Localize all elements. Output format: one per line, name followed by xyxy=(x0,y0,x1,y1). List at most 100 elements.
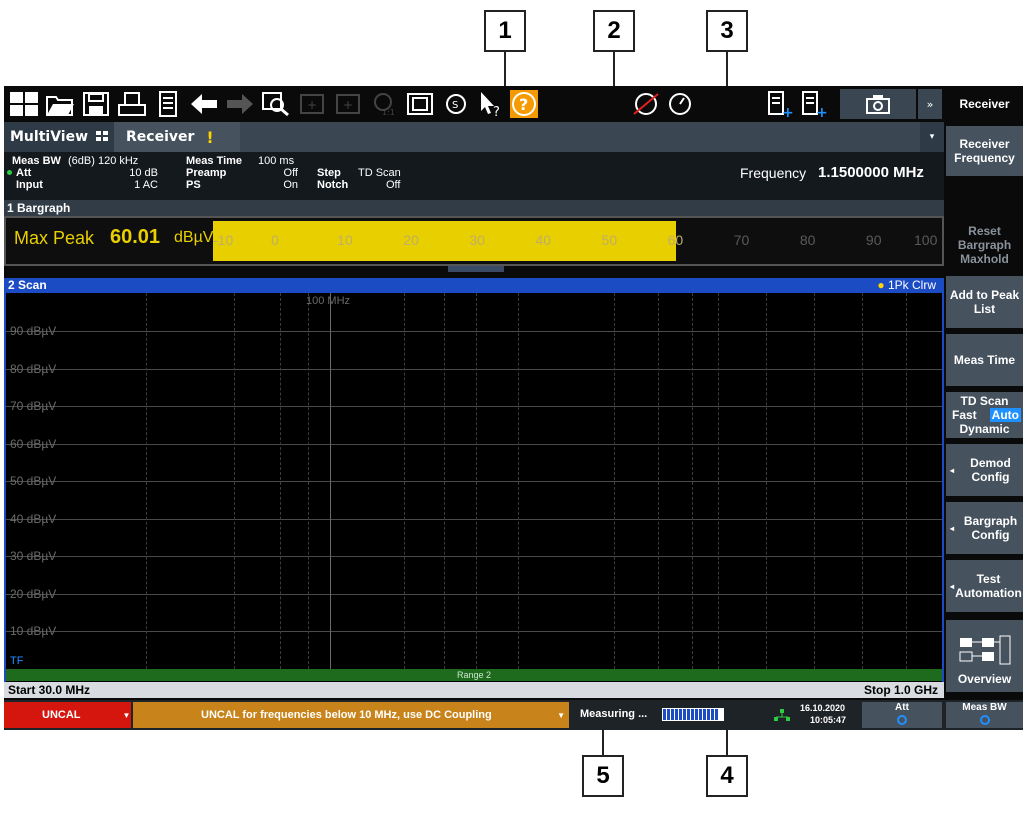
grid-line xyxy=(766,293,767,669)
save-icon[interactable] xyxy=(80,89,112,119)
progress-segment xyxy=(675,709,678,720)
notch-value: Off xyxy=(386,179,401,191)
bargraph-scale-label: 70 xyxy=(733,232,750,248)
meas-time-button[interactable]: Meas Time xyxy=(946,334,1023,386)
y-axis-label: 50 dBµV xyxy=(10,474,57,488)
progress-segment xyxy=(679,709,682,720)
trace-info: ● 1Pk Clrw xyxy=(877,278,936,293)
y-axis-label: 10 dBµV xyxy=(10,624,57,638)
att-status-dot xyxy=(7,170,12,175)
y-axis-label: 90 dBµV xyxy=(10,324,57,338)
network-icon xyxy=(774,709,790,721)
chevron-down-icon: ▼ xyxy=(557,710,565,720)
splitter-handle[interactable] xyxy=(448,266,504,272)
step-label: Step xyxy=(317,167,341,179)
svg-text:?: ? xyxy=(493,105,500,117)
time-display: 10:05:47 xyxy=(810,715,847,725)
bargraph-scale-label: 90 xyxy=(865,232,882,248)
grid-line xyxy=(280,293,281,669)
frequency-label: Frequency xyxy=(740,165,807,181)
overview-label: Overview xyxy=(957,672,1012,686)
bargraph-scale-label: 0 xyxy=(271,232,279,248)
progress-segment xyxy=(683,709,686,720)
bargraph-value: 60.01 xyxy=(110,226,161,248)
uncal-indicator[interactable]: UNCAL ▼ xyxy=(4,702,131,728)
bargraph-config-button[interactable]: ◂ Bargraph Config xyxy=(946,502,1023,554)
zoom-multi-icon[interactable]: + xyxy=(332,89,364,119)
notch-label: Notch xyxy=(317,179,349,191)
meas-time-label: Meas Time xyxy=(186,155,243,167)
open-folder-icon[interactable] xyxy=(44,89,76,119)
trace-label: 1Pk Clrw xyxy=(887,278,936,292)
bargraph-title: 1 Bargraph xyxy=(4,200,944,216)
att-label: Att xyxy=(16,167,32,179)
td-scan-button[interactable]: TD Scan Fast Auto Dynamic xyxy=(946,392,1023,438)
test-automation-button[interactable]: ◂ Test Automation xyxy=(946,560,1023,612)
refresh-icon[interactable]: S xyxy=(440,89,472,119)
progress-segment xyxy=(667,709,670,720)
tab-bar-filler xyxy=(240,122,920,152)
zoom-1to1-icon[interactable]: 1:1 xyxy=(368,89,400,119)
uncal-label: UNCAL xyxy=(42,709,81,721)
softkey-title: Receiver xyxy=(946,86,1023,122)
bargraph-scale-label: 100 xyxy=(914,232,938,248)
meas-bw-indicator[interactable]: Meas BW xyxy=(946,702,1023,728)
scan-diagram[interactable]: 90 dBµV 80 dBµV 70 dBµV 60 dBµV 50 dBµV 40 dB… xyxy=(4,293,944,691)
overview-button[interactable]: Overview xyxy=(946,620,1023,692)
tab-multiview[interactable]: MultiView xyxy=(4,122,114,152)
tab-receiver[interactable]: Receiver ! xyxy=(114,122,240,152)
bargraph-scale-label: -10 xyxy=(213,232,234,248)
td-dynamic-label: Dynamic xyxy=(959,422,1010,436)
chevron-down-icon[interactable]: ▾ xyxy=(920,122,944,152)
camera-icon[interactable] xyxy=(840,89,916,119)
frequency-marker-label: 100 MHz xyxy=(306,295,351,307)
grid-line xyxy=(476,293,477,669)
help-cursor-icon[interactable]: ? xyxy=(474,89,506,119)
step-value: TD Scan xyxy=(358,167,401,179)
report-icon[interactable] xyxy=(152,89,184,119)
demod-config-button[interactable]: ◂ Demod Config xyxy=(946,444,1023,496)
progress-segment xyxy=(699,709,702,720)
tab-receiver-label: Receiver xyxy=(126,129,195,145)
print-icon[interactable] xyxy=(116,89,148,119)
grid-line xyxy=(906,293,907,669)
ps-label: PS xyxy=(186,179,201,191)
zoom-plus-icon[interactable]: + xyxy=(296,89,328,119)
help-icon[interactable]: ? xyxy=(508,89,540,119)
td-auto-option[interactable]: Auto xyxy=(989,408,1021,422)
frequency-value: 1.1500000 MHz xyxy=(818,164,924,181)
channel-settings[interactable]: Meas BW (6dB) 120 kHz Att 10 dB Input 1 … xyxy=(4,152,944,200)
progress-segment xyxy=(671,709,674,720)
add-window-icon[interactable]: + xyxy=(798,89,830,119)
reset-bargraph-button[interactable]: Reset Bargraph Maxhold xyxy=(946,220,1023,270)
undo-icon[interactable] xyxy=(188,89,220,119)
bargraph-detector: Max Peak xyxy=(14,228,95,248)
redo-icon[interactable] xyxy=(224,89,256,119)
att-indicator[interactable]: Att xyxy=(862,702,942,728)
add-channel-icon[interactable]: + xyxy=(764,89,796,119)
range-bar[interactable]: Range 2 xyxy=(6,669,942,681)
progress-segment xyxy=(695,709,698,720)
clock-icon[interactable] xyxy=(664,89,696,119)
att-indicator-label: Att xyxy=(895,702,909,713)
signal-flow-icon xyxy=(959,635,1010,665)
y-axis-label: 40 dBµV xyxy=(10,511,57,526)
progress-segments xyxy=(663,709,723,720)
zoom-icon[interactable] xyxy=(260,89,292,119)
bargraph[interactable]: Max Peak 60.01 dBµV -10 0 10 20 30 40 50 60 70 80… xyxy=(4,216,944,266)
status-message[interactable]: UNCAL for frequencies below 10 MHz, use … xyxy=(133,702,569,728)
fit-icon[interactable] xyxy=(404,89,436,119)
td-fast-option[interactable]: Fast xyxy=(952,408,977,422)
y-axis-label: 20 dBµV xyxy=(10,586,57,601)
no-signal-icon[interactable] xyxy=(630,89,662,119)
more-icon[interactable]: » xyxy=(918,89,942,119)
chevron-down-icon: ▼ xyxy=(122,710,131,720)
windows-icon[interactable] xyxy=(8,89,40,119)
scan-title: 2 Scan xyxy=(8,278,47,292)
callout-1: 1 xyxy=(484,10,526,52)
status-bar: UNCAL ▼ UNCAL for frequencies below 10 M… xyxy=(4,700,1023,730)
bargraph-scale-label: 10 xyxy=(337,232,353,248)
add-peak-list-button[interactable]: Add to Peak List xyxy=(946,276,1023,328)
grid-line xyxy=(692,293,693,669)
receiver-frequency-button[interactable]: Receiver Frequency xyxy=(946,126,1023,176)
